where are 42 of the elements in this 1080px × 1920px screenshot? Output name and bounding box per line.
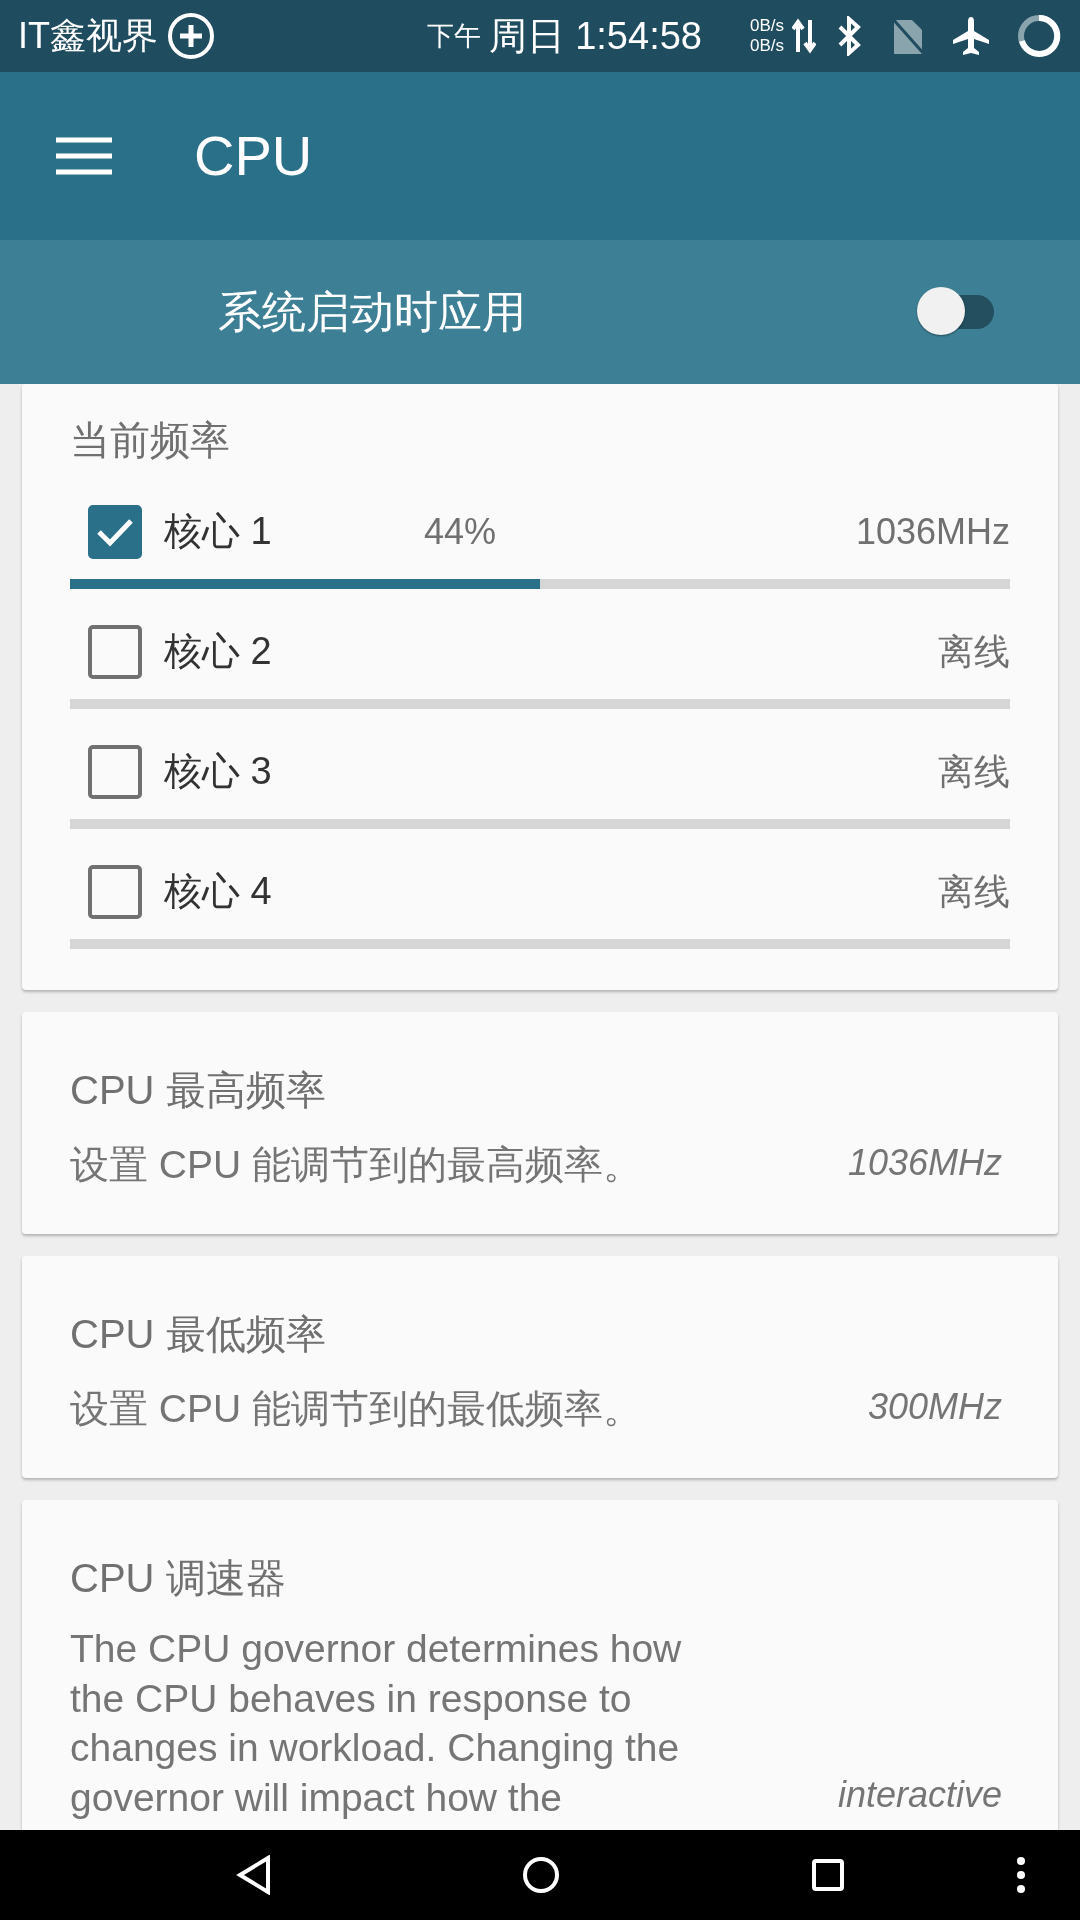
setting-value: interactive (837, 1773, 1002, 1818)
core-frequency: 离线 (938, 629, 1010, 674)
upload-speed: 0B/s (749, 16, 784, 36)
core-label: 核心 4 (164, 869, 273, 914)
core-label: 核心 3 (164, 749, 273, 794)
battery-ring-icon (1016, 13, 1062, 59)
more-icon[interactable] (1016, 1857, 1026, 1893)
setting-value: 300MHz (867, 1385, 1002, 1429)
core-label: 核心 1 (164, 509, 273, 554)
section-title: 当前频率 (70, 417, 231, 464)
checkbox[interactable] (88, 864, 142, 919)
setting-description: 设置 CPU 能调节到的最低频率。 (70, 1386, 642, 1433)
am-pm-label: 下午 (426, 19, 481, 53)
setting-description: 设置 CPU 能调节到的最高频率。 (70, 1142, 642, 1189)
setting-title: CPU 最低频率 (70, 1311, 327, 1358)
data-arrows-icon (792, 18, 816, 54)
core-frequency: 1036MHz (855, 509, 1010, 554)
core-percent: 44% (424, 509, 497, 554)
core-label: 核心 2 (164, 629, 273, 674)
checkbox[interactable] (88, 624, 142, 679)
checkbox[interactable] (88, 504, 142, 559)
core-frequency: 离线 (938, 749, 1010, 794)
setting-title: CPU 最高频率 (70, 1067, 327, 1114)
setting-card[interactable]: CPU 最低频率 设置 CPU 能调节到的最低频率。 300MHz (22, 1256, 1058, 1478)
checkbox[interactable] (88, 744, 142, 799)
back-icon[interactable] (236, 1855, 272, 1895)
app-title: CPU (194, 123, 313, 189)
setting-card[interactable]: CPU 最高频率 设置 CPU 能调节到的最高频率。 1036MHz (22, 1012, 1058, 1234)
toggle-label: 系统启动时应用 (218, 286, 526, 338)
carrier-name: IT鑫视界 (18, 14, 158, 58)
setting-value: 1036MHz (847, 1141, 1002, 1185)
airplane-icon (950, 15, 992, 57)
setting-title: CPU 调速器 (70, 1555, 287, 1602)
download-speed: 0B/s (749, 36, 784, 56)
setting-card[interactable]: CPU 调速器 The CPU governor determines how the CPU behaves in response to changes in workload. Changing the governor will impact how the interactive (22, 1500, 1058, 1830)
setting-description: The CPU governor determines how the CPU behaves in response to changes in workload. Changing the governor will impact how the (70, 1626, 683, 1821)
clock: 周日 1:54:58 (488, 13, 702, 59)
home-icon[interactable] (522, 1856, 560, 1894)
plus-icon (166, 11, 216, 61)
menu-icon[interactable] (56, 136, 112, 176)
recents-icon[interactable] (812, 1859, 844, 1891)
core-frequency: 离线 (938, 869, 1010, 914)
